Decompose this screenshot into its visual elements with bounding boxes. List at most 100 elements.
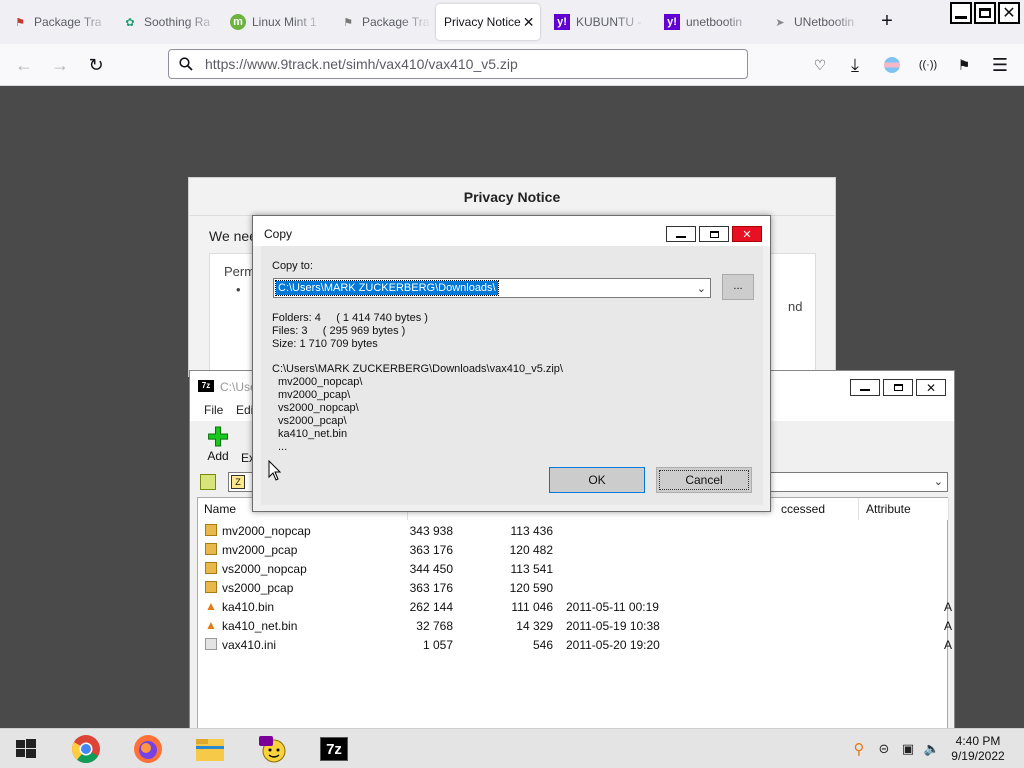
chevron-down-icon[interactable]: ⌄ — [934, 473, 943, 491]
taskbar-7zip[interactable]: 7z — [318, 733, 350, 765]
list-item: mv2000_nopcap\ — [278, 376, 363, 388]
back-button[interactable]: ← — [12, 53, 36, 77]
url-text: https://www.9track.net/simh/vax410/vax41… — [205, 56, 518, 72]
tab-linux-mint[interactable]: m Linux Mint 1 — [218, 4, 326, 40]
tab-privacy-notice[interactable]: Privacy Notice ✕ — [436, 4, 540, 40]
settings-file-icon — [205, 638, 217, 650]
copy-dialog-close-button[interactable]: ✕ — [732, 226, 762, 242]
tray-search-icon[interactable]: ⚲ — [851, 741, 867, 758]
table-row[interactable]: mv2000_pcap 363 176 120 482 — [198, 541, 947, 560]
tab-unetbootin[interactable]: ➤ UNetbootin — [760, 4, 864, 40]
file-name: vs2000_nopcap — [222, 562, 307, 576]
start-button[interactable] — [10, 733, 42, 765]
taskbar-firefox[interactable] — [132, 733, 164, 765]
folder-icon — [205, 562, 217, 574]
chevron-down-icon[interactable]: ⌄ — [697, 280, 706, 298]
ok-button[interactable]: OK — [549, 467, 645, 493]
rocket-icon: ➤ — [775, 16, 785, 29]
table-row[interactable]: ▲ ka410_net.bin 32 768 14 329 2011-05-19… — [198, 617, 952, 636]
tab-soothing-radio[interactable]: ✿ Soothing Ra — [110, 4, 220, 40]
file-name: mv2000_nopcap — [222, 524, 311, 538]
account-button[interactable] — [880, 53, 904, 77]
downloads-button[interactable]: ⤓ — [843, 53, 867, 77]
app-menu-button[interactable]: ☰ — [988, 53, 1012, 77]
folder-icon — [205, 581, 217, 593]
close-window-button[interactable]: ✕ — [998, 2, 1020, 24]
size-summary: Size: 1 710 709 bytes — [272, 338, 378, 350]
tray-minus-circle-icon[interactable]: ⊝ — [876, 741, 892, 757]
table-row[interactable]: vs2000_nopcap 344 450 113 541 — [198, 560, 947, 579]
copy-dialog-body: Copy to: C:\Users\MARK ZUCKERBERG\Downlo… — [261, 246, 763, 505]
tray-network-icon[interactable]: ▣ — [900, 741, 916, 757]
taskbar-chrome[interactable] — [70, 733, 102, 765]
table-row[interactable]: ▲ ka410.bin 262 144 111 046 2011-05-11 0… — [198, 598, 952, 617]
table-row[interactable]: vs2000_pcap 363 176 120 590 — [198, 579, 947, 598]
file-packed-size: 120 482 — [509, 543, 553, 557]
close-tab-icon[interactable]: ✕ — [523, 14, 535, 31]
file-packed-size: 14 329 — [516, 619, 553, 633]
file-size: 363 176 — [409, 543, 453, 557]
minimize-icon — [955, 15, 967, 19]
back-arrow-icon: ← — [15, 54, 33, 75]
zip-archive-icon: Z — [231, 475, 245, 489]
taskbar-clock[interactable]: 4:40 PM 9/19/2022 — [940, 734, 1016, 764]
account-avatar-icon — [884, 57, 900, 73]
yahoo-icon: y! — [554, 14, 570, 30]
mouse-cursor-icon — [268, 460, 282, 481]
add-label: Add — [207, 449, 229, 463]
list-item: ... — [278, 441, 288, 453]
files-summary: Files: 3 ( 295 969 bytes ) — [272, 325, 406, 337]
file-size: 344 450 — [409, 562, 453, 576]
reload-button[interactable]: ↻ — [84, 53, 108, 77]
minimize-icon — [676, 235, 686, 238]
vlc-cone-icon: ▲ — [205, 618, 217, 632]
file-size: 363 176 — [409, 581, 453, 595]
extensions-puzzle-button[interactable]: ⚑ — [952, 53, 976, 77]
file-packed-size: 546 — [532, 638, 553, 652]
menu-edit[interactable]: Edi — [236, 403, 253, 417]
tray-volume-icon[interactable]: 🔈 — [924, 741, 940, 757]
add-button[interactable]: ✚ Add — [204, 424, 232, 464]
browse-button[interactable]: ... — [722, 274, 754, 300]
column-header-accessed[interactable]: ccessed — [775, 498, 859, 520]
package-icon: ⚑ — [343, 16, 353, 29]
restore-window-button[interactable] — [974, 2, 996, 24]
tab-unetbootin-search[interactable]: y! unetbootin — [652, 4, 756, 40]
new-tab-button[interactable]: + — [876, 11, 898, 33]
list-item: vs2000_nopcap\ — [278, 402, 359, 414]
url-bar[interactable]: https://www.9track.net/simh/vax410/vax41… — [168, 49, 748, 79]
copy-to-label: Copy to: — [272, 260, 313, 272]
taskbar-file-explorer[interactable] — [194, 733, 226, 765]
table-row[interactable]: mv2000_nopcap 343 938 113 436 — [198, 522, 947, 541]
maximize-icon — [709, 230, 719, 238]
menu-file[interactable]: File — [204, 403, 223, 417]
taskbar-yahoo-messenger[interactable] — [256, 733, 288, 765]
cancel-button[interactable]: Cancel — [656, 467, 752, 493]
hamburger-menu-icon: ☰ — [991, 54, 1009, 75]
tab-package-tracking-1[interactable]: ⚑ Package Tra — [0, 4, 112, 40]
folder-up-icon[interactable] — [200, 474, 216, 490]
7zip-maximize-button[interactable] — [883, 379, 913, 396]
7zip-close-button[interactable]: ✕ — [916, 379, 946, 396]
file-name: ka410_net.bin — [222, 619, 298, 633]
copy-dialog-maximize-button[interactable] — [699, 226, 729, 242]
bullet: • — [236, 282, 241, 297]
file-name: vax410.ini — [222, 638, 277, 652]
7zip-minimize-button[interactable] — [850, 379, 880, 396]
pocket-button[interactable]: ♡ — [808, 53, 832, 77]
tab-package-tracking-2[interactable]: ⚑ Package Tra — [328, 4, 432, 40]
copy-dialog-minimize-button[interactable] — [666, 226, 696, 242]
tab-kubuntu[interactable]: y! KUBUNTU - — [542, 4, 648, 40]
forward-button[interactable]: → — [48, 53, 72, 77]
minimize-window-button[interactable] — [950, 2, 972, 24]
extension-button[interactable]: ((·)) — [916, 53, 940, 77]
list-item: mv2000_pcap\ — [278, 389, 351, 401]
search-icon — [179, 57, 193, 71]
column-header-attributes[interactable]: Attribute — [860, 498, 949, 520]
file-packed-size: 120 590 — [509, 581, 553, 595]
file-modified: 2011-05-11 00:19 — [566, 600, 659, 614]
close-icon: ✕ — [1002, 5, 1016, 22]
copy-destination-combobox[interactable]: C:\Users\MARK ZUCKERBERG\Downloads\ ⌄ — [273, 278, 711, 298]
table-row[interactable]: vax410.ini 1 057 546 2011-05-20 19:20 A — [198, 636, 952, 655]
file-attributes: A — [944, 638, 953, 652]
